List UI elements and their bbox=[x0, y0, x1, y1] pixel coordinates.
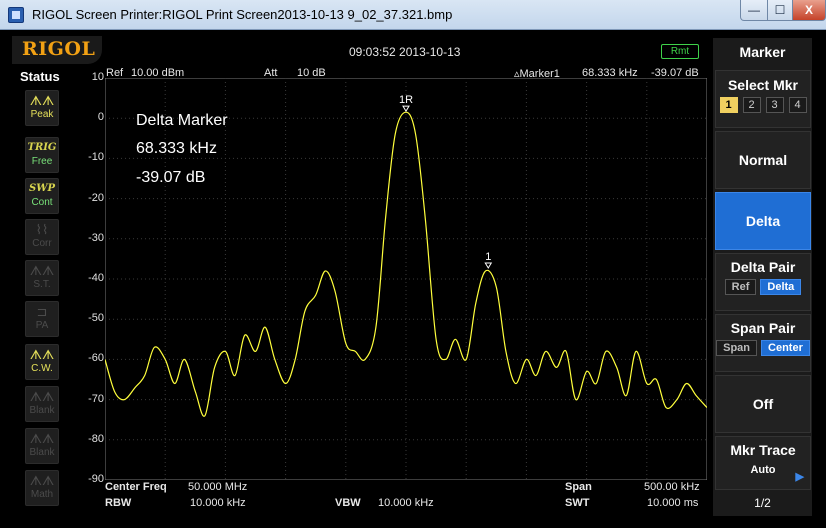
y-tick-label: -10 bbox=[88, 151, 104, 164]
marker-number-4[interactable]: 4 bbox=[788, 97, 807, 113]
y-tick-label: -40 bbox=[88, 272, 104, 284]
marker-number-group: 1234 bbox=[716, 97, 810, 113]
pa-icon: ⊐ bbox=[36, 304, 48, 319]
span-pair-label: Span Pair bbox=[730, 320, 796, 336]
mkr-trace-label: Mkr Trace bbox=[730, 442, 796, 458]
normal-label: Normal bbox=[738, 152, 788, 168]
status-button-4[interactable]: ᗑᗑ S.T. bbox=[25, 260, 59, 296]
y-tick-label: -80 bbox=[88, 432, 104, 445]
span-pair-option-center[interactable]: Center bbox=[761, 340, 810, 356]
delta-pair-softkey[interactable]: Delta Pair Ref Delta bbox=[715, 253, 811, 311]
delta-readout-freq: 68.333 kHz bbox=[136, 140, 217, 157]
blank-icon: ᗑᗑ bbox=[29, 431, 55, 446]
status-button-2[interactable]: SWP Cont bbox=[25, 178, 59, 214]
vbw-value: 10.000 kHz bbox=[378, 497, 434, 509]
delta-pair-options: Ref Delta bbox=[716, 279, 810, 295]
status-button-8[interactable]: ᗑᗑ Blank bbox=[25, 428, 59, 464]
status-button-0[interactable]: ᗑᗑ Peak bbox=[25, 90, 59, 126]
delta-pair-label: Delta Pair bbox=[730, 259, 796, 275]
marker-number-3[interactable]: 3 bbox=[765, 97, 784, 113]
status-button-label: Blank bbox=[29, 405, 55, 416]
y-tick-label: -30 bbox=[88, 231, 104, 244]
sweep-icon: SWP bbox=[29, 183, 55, 194]
span-pair-options: Span Center bbox=[716, 340, 810, 356]
arrow-right-icon: ▶ bbox=[795, 471, 804, 483]
spectrum-plot[interactable]: 1R 1 bbox=[105, 78, 707, 480]
normal-softkey[interactable]: Normal bbox=[715, 131, 811, 189]
status-button-label: PA bbox=[35, 320, 49, 331]
status-button-label: Math bbox=[30, 489, 54, 500]
y-tick-label: 10 bbox=[91, 71, 104, 83]
delta-label: Delta bbox=[745, 213, 781, 229]
center-freq-value: 50.000 MHz bbox=[188, 481, 248, 493]
window-titlebar: RIGOL Screen Printer:RIGOL Print Screen2… bbox=[0, 0, 826, 30]
status-button-1[interactable]: TRIG Free bbox=[25, 137, 59, 173]
app-icon bbox=[8, 7, 24, 23]
y-tick-label: -90 bbox=[88, 473, 104, 485]
window-title: RIGOL Screen Printer:RIGOL Print Screen2… bbox=[32, 7, 453, 22]
marker-number-2[interactable]: 2 bbox=[742, 97, 761, 113]
select-marker-softkey[interactable]: Select Mkr 1234 bbox=[715, 70, 811, 128]
delta-pair-option-delta[interactable]: Delta bbox=[760, 279, 802, 295]
status-button-3[interactable]: ⌇⌇ Corr bbox=[25, 219, 59, 255]
panel-title: Marker bbox=[739, 44, 786, 60]
status-button-5[interactable]: ⊐ PA bbox=[25, 301, 59, 337]
delta-readout-level: -39.07 dB bbox=[136, 169, 206, 186]
status-button-label: Blank bbox=[29, 447, 55, 458]
delta-pair-option-ref[interactable]: Ref bbox=[724, 279, 757, 295]
rbw-value: 10.000 kHz bbox=[190, 497, 246, 509]
st-icon: ᗑᗑ bbox=[29, 263, 55, 278]
span-label: Span bbox=[565, 481, 592, 493]
status-button-7[interactable]: ᗑᗑ Blank bbox=[25, 386, 59, 422]
y-tick-label: -70 bbox=[88, 392, 104, 405]
select-marker-label: Select Mkr bbox=[727, 77, 799, 93]
span-pair-softkey[interactable]: Span Pair Span Center bbox=[715, 314, 811, 372]
status-button-9[interactable]: ᗑᗑ Math bbox=[25, 470, 59, 506]
span-pair-option-span[interactable]: Span bbox=[716, 340, 758, 356]
remote-badge: Rmt bbox=[661, 44, 699, 59]
swt-value: 10.000 ms bbox=[647, 497, 699, 509]
delta-softkey[interactable]: Delta bbox=[715, 192, 811, 250]
corr-icon: ⌇⌇ bbox=[35, 222, 49, 237]
cw-icon: ᗑᗑ bbox=[29, 347, 55, 362]
status-button-label: C.W. bbox=[31, 363, 53, 374]
y-tick-label: -50 bbox=[88, 312, 104, 325]
status-button-label: Free bbox=[31, 156, 53, 167]
close-button[interactable]: X bbox=[792, 0, 826, 21]
center-freq-label: Center Freq bbox=[105, 481, 167, 493]
rigol-logo: RIGOL bbox=[22, 38, 96, 60]
swt-label: SWT bbox=[565, 497, 590, 509]
y-tick-label: 0 bbox=[97, 111, 104, 124]
status-button-label: Peak bbox=[30, 109, 54, 120]
minimize-button[interactable]: — bbox=[740, 0, 768, 21]
vbw-label: VBW bbox=[335, 497, 361, 509]
y-tick-label: -60 bbox=[88, 352, 104, 365]
mkr-trace-softkey[interactable]: Mkr Trace Auto ▶ bbox=[715, 436, 811, 490]
page-indicator: 1/2 bbox=[754, 496, 771, 510]
timestamp: 09:03:52 2013-10-13 bbox=[349, 45, 461, 59]
marker-label: 1R bbox=[399, 94, 413, 106]
status-button-label: Corr bbox=[32, 238, 52, 249]
delta-readout-title: Delta Marker bbox=[136, 112, 228, 129]
y-tick-label: -20 bbox=[88, 191, 104, 204]
status-title: Status bbox=[20, 69, 60, 84]
peak-icon: ᗑᗑ bbox=[29, 93, 55, 108]
status-button-label: Cont bbox=[31, 197, 53, 208]
blank-icon: ᗑᗑ bbox=[29, 389, 55, 404]
status-button-label: S.T. bbox=[33, 279, 51, 290]
rbw-label: RBW bbox=[105, 497, 132, 509]
math-icon: ᗑᗑ bbox=[29, 473, 55, 488]
status-button-6[interactable]: ᗑᗑ C.W. bbox=[25, 344, 59, 380]
trig-icon: TRIG bbox=[27, 142, 57, 153]
span-value: 500.00 kHz bbox=[644, 481, 700, 493]
marker-label: 1 bbox=[485, 251, 491, 263]
off-softkey[interactable]: Off bbox=[715, 375, 811, 433]
off-label: Off bbox=[752, 396, 774, 412]
maximize-button[interactable]: ☐ bbox=[767, 0, 793, 21]
marker-number-1[interactable]: 1 bbox=[719, 97, 738, 113]
